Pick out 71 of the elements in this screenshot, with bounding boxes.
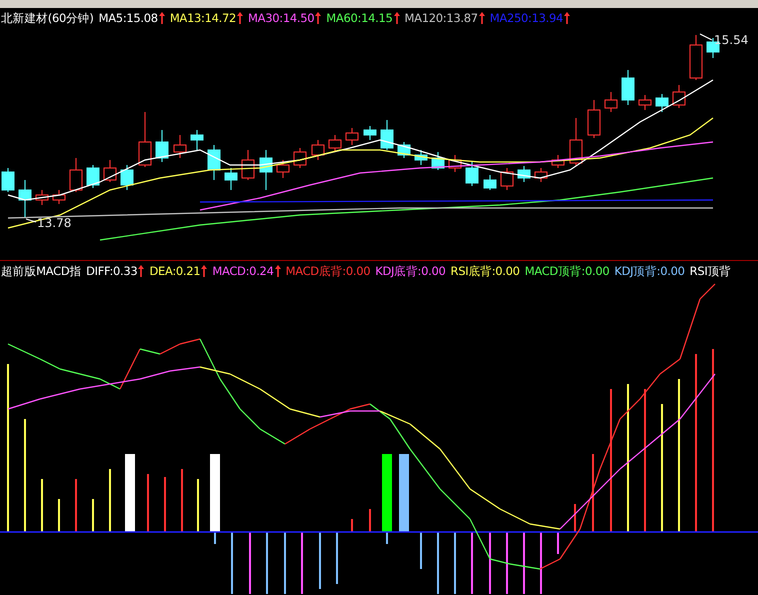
indicator-value: RSI底背:0.00 bbox=[450, 264, 520, 278]
candlestick bbox=[276, 160, 290, 178]
candlestick bbox=[174, 134, 186, 158]
indicator-value: RSI顶背 bbox=[690, 264, 731, 278]
candlestick bbox=[432, 152, 444, 170]
indicator-value: DEA:0.21 bbox=[149, 264, 200, 278]
high-price-label: 15.54 bbox=[714, 33, 748, 47]
indicator-value: MA250:13.94 bbox=[490, 11, 564, 25]
up-arrow-icon bbox=[315, 12, 322, 24]
indicator-value: KDJ顶背:0.00 bbox=[614, 264, 685, 278]
leader-line bbox=[700, 34, 712, 40]
indicator-value: DIFF:0.33 bbox=[86, 264, 138, 278]
candlestick bbox=[208, 144, 220, 180]
up-arrow-icon bbox=[138, 265, 144, 277]
candlestick bbox=[672, 84, 686, 108]
candlestick bbox=[398, 142, 410, 158]
candlestick bbox=[190, 130, 204, 150]
candlestick bbox=[346, 128, 358, 146]
up-arrow-icon bbox=[237, 12, 244, 24]
candlestick bbox=[534, 168, 548, 182]
up-arrow-icon bbox=[564, 12, 570, 24]
indicator-value: MACD顶背:0.00 bbox=[524, 264, 610, 278]
low-price-label: 13.78 bbox=[37, 216, 72, 230]
indicator-value: MA13:14.72 bbox=[170, 11, 236, 25]
candlestick bbox=[242, 150, 254, 180]
candlestick bbox=[690, 34, 702, 80]
indicator-value: KDJ底背:0.00 bbox=[375, 264, 446, 278]
candlestick bbox=[224, 168, 238, 190]
candlestick bbox=[518, 166, 530, 182]
up-arrow-icon bbox=[158, 12, 165, 24]
indicator-value: MA30:14.50 bbox=[248, 11, 314, 25]
candlestick bbox=[622, 70, 634, 106]
up-arrow-icon bbox=[274, 265, 281, 277]
indicator-value: MACD底背:0.00 bbox=[286, 264, 370, 278]
candlestick bbox=[414, 150, 428, 166]
indicator-value: MA60:14.15 bbox=[326, 11, 393, 25]
candlestick bbox=[18, 180, 32, 218]
candlestick bbox=[448, 154, 462, 172]
candlestick bbox=[52, 190, 66, 204]
candlestick bbox=[604, 92, 618, 112]
candlestick bbox=[588, 100, 600, 138]
indicator-value: MACD:0.24 bbox=[212, 264, 274, 278]
candlestick bbox=[312, 140, 324, 160]
candlestick bbox=[656, 94, 668, 112]
candlestick bbox=[260, 150, 272, 190]
indicator-value: MA120:13.87 bbox=[404, 11, 478, 25]
candlestick bbox=[120, 164, 134, 190]
candlestick bbox=[104, 160, 116, 182]
candlestick bbox=[364, 126, 376, 140]
candlestick bbox=[36, 190, 48, 206]
candlestick bbox=[552, 154, 564, 168]
leader-line bbox=[26, 218, 36, 222]
up-arrow-icon bbox=[394, 12, 400, 24]
candlestick bbox=[380, 120, 394, 150]
candlestick bbox=[466, 162, 478, 186]
candlestick bbox=[500, 168, 514, 190]
candlestick bbox=[570, 118, 582, 166]
candlestick bbox=[156, 130, 168, 162]
up-arrow-icon bbox=[201, 265, 208, 277]
indicator-title: 超前版MACD指 bbox=[1, 264, 82, 278]
up-arrow-icon bbox=[478, 12, 485, 24]
candlestick bbox=[328, 134, 342, 152]
candlestick bbox=[86, 164, 100, 188]
candlestick bbox=[294, 148, 306, 168]
indicator-value: MA5:15.08 bbox=[98, 11, 158, 25]
candlestick bbox=[638, 94, 652, 110]
candlestick bbox=[70, 158, 82, 192]
candlestick bbox=[484, 174, 496, 190]
chart-title: 北新建材(60分钟) bbox=[1, 10, 94, 26]
candlestick bbox=[138, 112, 152, 168]
candlestick bbox=[2, 168, 14, 192]
